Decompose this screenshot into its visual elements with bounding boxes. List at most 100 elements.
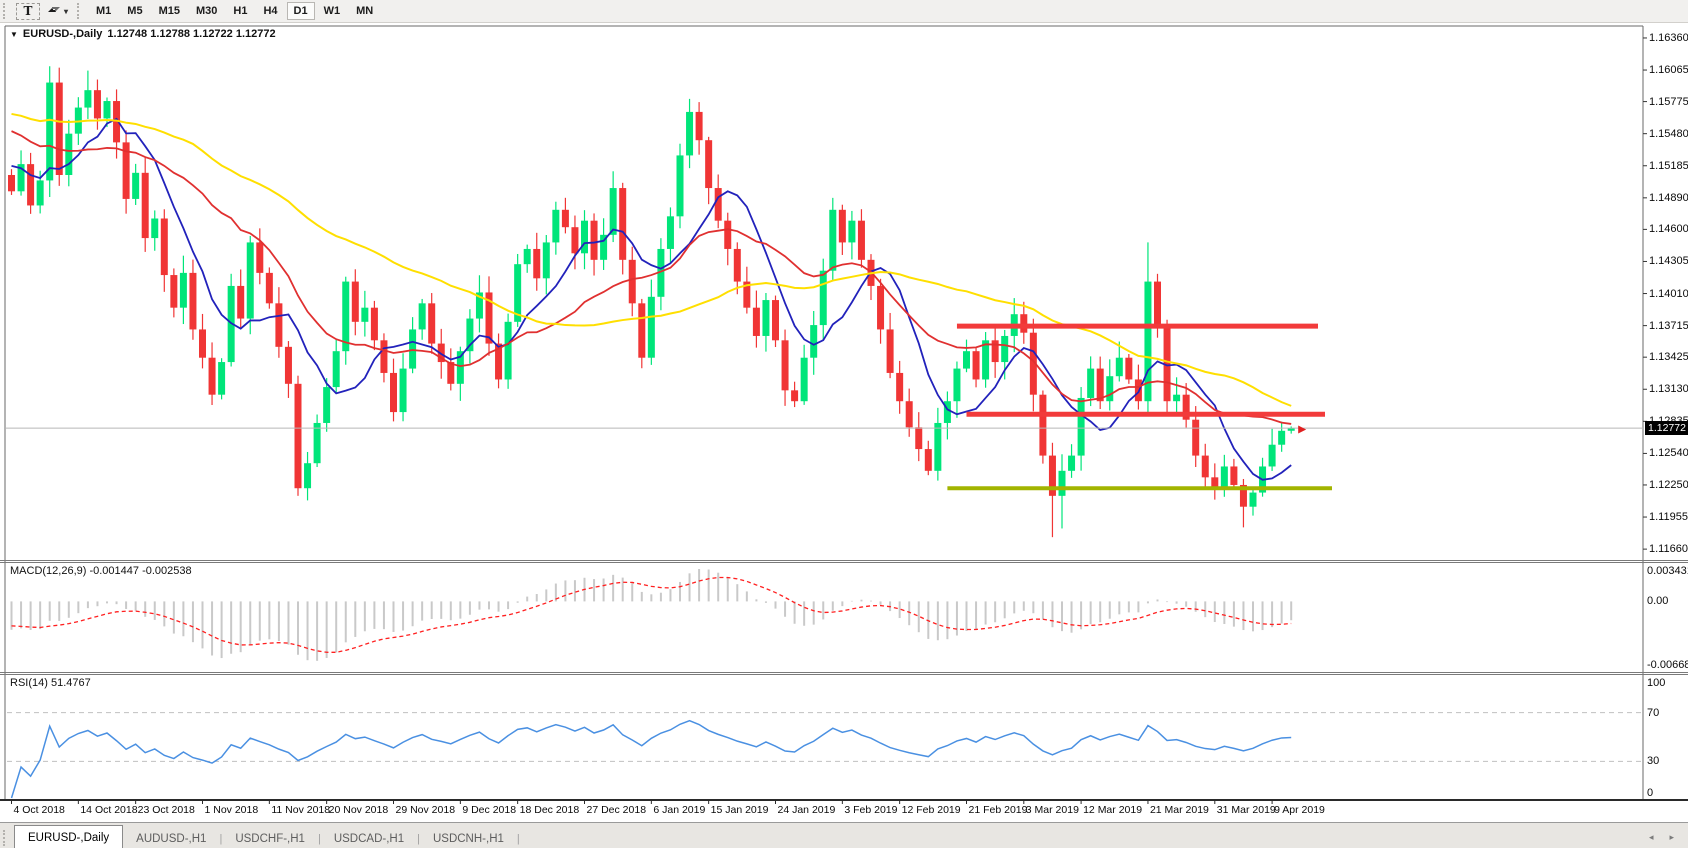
candle-body bbox=[734, 249, 741, 282]
chart-tabs: EURUSD-,DailyAUDUSD-,H1|USDCHF-,H1|USDCA… bbox=[14, 825, 520, 848]
candle-body bbox=[648, 297, 655, 358]
timeframe-button-m1[interactable]: M1 bbox=[89, 2, 118, 20]
timeframe-button-m30[interactable]: M30 bbox=[189, 2, 224, 20]
candle-body bbox=[610, 188, 617, 235]
tab-scroll-arrows: ◂ ▸ bbox=[1649, 832, 1674, 843]
candle-body bbox=[973, 351, 980, 379]
candle-body bbox=[151, 219, 158, 239]
candle-body bbox=[1221, 466, 1228, 488]
candle-body bbox=[304, 463, 311, 488]
timeframe-button-m5[interactable]: M5 bbox=[120, 2, 149, 20]
candle-body bbox=[428, 303, 435, 343]
mt4-window: T ▾ M1M5M15M30H1H4D1W1MN ▼ EURUSD-,Daily… bbox=[0, 0, 1688, 848]
candle-body bbox=[992, 340, 999, 362]
candle-body bbox=[1106, 376, 1113, 401]
chart-tab-2[interactable]: AUDUSD-,H1 bbox=[123, 828, 219, 848]
chart-canvas[interactable] bbox=[0, 0, 1688, 848]
timeframe-button-d1[interactable]: D1 bbox=[287, 2, 315, 20]
candle-body bbox=[571, 227, 578, 253]
candle-body bbox=[218, 362, 225, 395]
candle-body bbox=[762, 300, 769, 336]
candle-body bbox=[409, 329, 416, 368]
timeframe-button-w1[interactable]: W1 bbox=[317, 2, 348, 20]
candle-body bbox=[629, 260, 636, 304]
chart-tab-bar: EURUSD-,DailyAUDUSD-,H1|USDCHF-,H1|USDCA… bbox=[0, 822, 1688, 848]
sync-arrows-icon bbox=[47, 3, 61, 19]
tabbar-grip[interactable] bbox=[3, 830, 9, 846]
candle-body bbox=[447, 362, 454, 384]
candle-body bbox=[46, 83, 53, 181]
timeframe-button-m15[interactable]: M15 bbox=[152, 2, 187, 20]
sync-arrows-tool-button[interactable]: ▾ bbox=[42, 2, 73, 20]
timeframe-button-h1[interactable]: H1 bbox=[226, 2, 254, 20]
candle-body bbox=[1250, 493, 1257, 507]
candle-body bbox=[887, 329, 894, 373]
candle-body bbox=[791, 390, 798, 401]
candle-body bbox=[820, 271, 827, 325]
chart-tab-3[interactable]: USDCHF-,H1 bbox=[222, 828, 318, 848]
candle-body bbox=[982, 340, 989, 379]
candle-body bbox=[1202, 456, 1209, 478]
candle-body bbox=[1087, 369, 1094, 398]
candle-body bbox=[132, 173, 139, 199]
candle-body bbox=[1154, 282, 1161, 326]
chart-tab-5[interactable]: USDCNH-,H1 bbox=[420, 828, 517, 848]
candle-body bbox=[810, 325, 817, 358]
candle-body bbox=[142, 173, 149, 238]
timeframe-button-h4[interactable]: H4 bbox=[256, 2, 284, 20]
candle-body bbox=[94, 90, 101, 118]
candle-body bbox=[753, 308, 760, 336]
chart-tab-1[interactable]: EURUSD-,Daily bbox=[14, 825, 123, 848]
candle-body bbox=[533, 249, 540, 278]
timeframe-button-mn[interactable]: MN bbox=[349, 2, 380, 20]
candle-body bbox=[390, 373, 397, 412]
toolbar-grip[interactable] bbox=[77, 3, 83, 19]
candle-body bbox=[189, 273, 196, 330]
candle-body bbox=[1125, 358, 1132, 380]
tab-scroll-left-icon[interactable]: ◂ bbox=[1649, 832, 1654, 843]
candle-body bbox=[724, 221, 731, 249]
candle-body bbox=[906, 401, 913, 427]
candle-body bbox=[1039, 395, 1046, 456]
candle-body bbox=[275, 303, 282, 347]
candle-body bbox=[199, 329, 206, 357]
candle-body bbox=[667, 216, 674, 249]
candle-body bbox=[686, 112, 693, 156]
candle-body bbox=[896, 373, 903, 401]
candle-body bbox=[877, 286, 884, 330]
candle-body bbox=[237, 286, 244, 319]
candle-body bbox=[715, 188, 722, 221]
candle-body bbox=[915, 427, 922, 449]
candle-body bbox=[1001, 336, 1008, 362]
candle-body bbox=[1278, 431, 1285, 445]
candle-body bbox=[419, 303, 426, 329]
candle-body bbox=[285, 347, 292, 384]
candle-body bbox=[209, 358, 216, 395]
timeframe-toolbar: M1M5M15M30H1H4D1W1MN bbox=[88, 2, 381, 20]
candle-body bbox=[801, 358, 808, 402]
candle-body bbox=[1230, 466, 1237, 484]
candle-body bbox=[1068, 456, 1075, 471]
candle-body bbox=[1269, 445, 1276, 467]
tab-scroll-right-icon[interactable]: ▸ bbox=[1669, 832, 1674, 843]
text-tool-button[interactable]: T bbox=[16, 3, 40, 20]
candle-body bbox=[963, 351, 970, 368]
candle-body bbox=[65, 134, 72, 175]
candle-body bbox=[677, 155, 684, 216]
candle-body bbox=[323, 387, 330, 423]
candle-body bbox=[705, 140, 712, 188]
chevron-down-icon: ▾ bbox=[64, 7, 68, 16]
candle-body bbox=[380, 340, 387, 373]
candle-body bbox=[638, 303, 645, 357]
toolbar-grip[interactable] bbox=[3, 3, 9, 19]
candle-body bbox=[1078, 398, 1085, 456]
candle-body bbox=[581, 221, 588, 254]
candle-body bbox=[56, 83, 63, 175]
candle-body bbox=[84, 90, 91, 107]
candle-body bbox=[1097, 369, 1104, 402]
candle-body bbox=[1116, 358, 1123, 376]
candle-body bbox=[953, 369, 960, 402]
candle-body bbox=[858, 221, 865, 260]
candle-body bbox=[1020, 314, 1027, 332]
chart-tab-4[interactable]: USDCAD-,H1 bbox=[321, 828, 417, 848]
